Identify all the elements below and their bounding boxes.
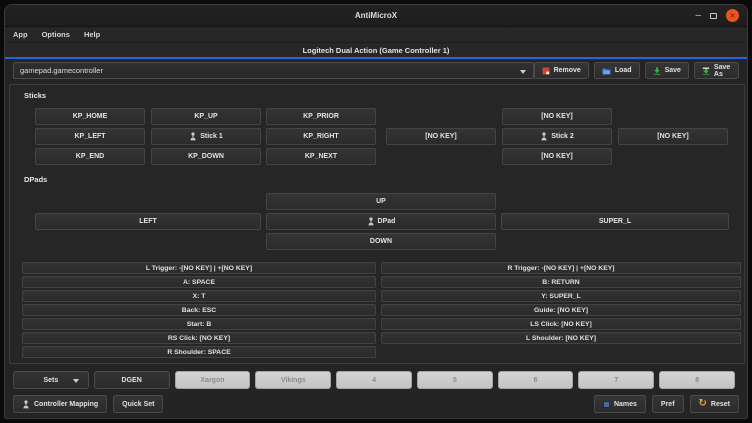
chevron-down-icon <box>520 70 526 74</box>
set-button-7[interactable]: 7 <box>578 371 654 389</box>
sets-dropdown-label: Sets <box>43 377 58 384</box>
controller-tabbar: Logitech Dual Action (Game Controller 1) <box>5 43 747 59</box>
set-button-3[interactable]: Vikings <box>255 371 331 389</box>
minimize-icon[interactable]: – <box>695 13 701 19</box>
folder-open-icon <box>602 67 611 75</box>
stick1-left-button[interactable]: KP_LEFT <box>35 128 145 145</box>
close-icon[interactable]: ✕ <box>726 9 739 22</box>
stick2-down-button[interactable]: [NO KEY] <box>502 148 612 165</box>
stick1-up-button[interactable]: KP_UP <box>151 108 261 125</box>
dpad-center-button[interactable]: DPad <box>266 213 496 230</box>
menu-help[interactable]: Help <box>84 30 100 39</box>
rs-click-button[interactable]: RS Click: [NO KEY] <box>22 332 376 344</box>
reset-icon: ↻ <box>699 400 707 408</box>
stick1-down-button[interactable]: KP_DOWN <box>151 148 261 165</box>
profile-toolbar: gamepad.gamecontroller Remove Load Save … <box>13 62 739 79</box>
set-button-6[interactable]: 6 <box>498 371 574 389</box>
stick1-downleft-button[interactable]: KP_END <box>35 148 145 165</box>
joystick-icon <box>367 217 375 226</box>
set-button-8[interactable]: 8 <box>659 371 735 389</box>
stick1-upleft-button[interactable]: KP_HOME <box>35 108 145 125</box>
menu-app[interactable]: App <box>13 30 28 39</box>
quick-set-button[interactable]: Quick Set <box>113 395 163 413</box>
footer-bar: Controller Mapping Quick Set Names Pref … <box>13 395 739 413</box>
dpad-up-button[interactable]: UP <box>266 193 496 210</box>
save-as-button[interactable]: Save As <box>694 62 739 79</box>
a-button[interactable]: A: SPACE <box>22 276 376 288</box>
maximize-icon[interactable] <box>710 13 717 19</box>
joystick-icon <box>22 400 30 409</box>
stick2-right-button[interactable]: [NO KEY] <box>618 128 728 145</box>
names-checkbox-icon <box>603 401 610 408</box>
save-icon <box>653 67 661 75</box>
profile-dropdown-value: gamepad.gamecontroller <box>20 66 103 75</box>
dpad-left-button[interactable]: LEFT <box>35 213 261 230</box>
save-as-icon <box>702 67 710 75</box>
tab-controller[interactable]: Logitech Dual Action (Game Controller 1) <box>303 46 450 55</box>
set-button-5[interactable]: 5 <box>417 371 493 389</box>
stick2-label: Stick 2 <box>551 133 574 140</box>
save-button[interactable]: Save <box>645 62 689 79</box>
dpad-down-button[interactable]: DOWN <box>266 233 496 250</box>
reset-button[interactable]: ↻ Reset <box>690 395 739 413</box>
x-button[interactable]: X: T <box>22 290 376 302</box>
controller-mapping-button[interactable]: Controller Mapping <box>13 395 107 413</box>
dpads-section-title: DPads <box>24 175 47 184</box>
antimicrox-window: AntiMicroX – ✕ App Options Help Logitech… <box>4 4 748 419</box>
stick2-up-button[interactable]: [NO KEY] <box>502 108 612 125</box>
ls-click-button[interactable]: LS Click: [NO KEY] <box>381 318 741 330</box>
menubar: App Options Help <box>5 27 747 43</box>
start-button[interactable]: Start: B <box>22 318 376 330</box>
l-shoulder-button[interactable]: L Shoulder: [NO KEY] <box>381 332 741 344</box>
stick1-label: Stick 1 <box>200 133 223 140</box>
titlebar: AntiMicroX – ✕ <box>5 5 747 27</box>
remove-label: Remove <box>554 67 581 74</box>
stick2-center-button[interactable]: Stick 2 <box>502 128 612 145</box>
y-button[interactable]: Y: SUPER_L <box>381 290 741 302</box>
b-button[interactable]: B: RETURN <box>381 276 741 288</box>
sets-row: Sets DGEN Xargon Vikings 4 5 6 7 8 <box>13 371 735 389</box>
save-as-label: Save As <box>714 64 731 78</box>
dpad-right-button[interactable]: SUPER_L <box>501 213 729 230</box>
load-button[interactable]: Load <box>594 62 640 79</box>
guide-button[interactable]: Guide: [NO KEY] <box>381 304 741 316</box>
mapping-panel: Sticks KP_HOME KP_UP KP_PRIOR KP_LEFT St… <box>9 84 745 364</box>
names-toggle-button[interactable]: Names <box>594 395 646 413</box>
stick1-center-button[interactable]: Stick 1 <box>151 128 261 145</box>
controller-mapping-label: Controller Mapping <box>34 401 98 408</box>
stick1-downright-button[interactable]: KP_NEXT <box>266 148 376 165</box>
profile-dropdown[interactable]: gamepad.gamecontroller <box>13 62 534 79</box>
r-shoulder-button[interactable]: R Shoulder: SPACE <box>22 346 376 358</box>
rtrigger-button[interactable]: R Trigger: -[NO KEY] | +[NO KEY] <box>381 262 741 274</box>
joystick-icon <box>189 132 197 141</box>
stick2-left-button[interactable]: [NO KEY] <box>386 128 496 145</box>
pref-button[interactable]: Pref <box>652 395 684 413</box>
set-button-4[interactable]: 4 <box>336 371 412 389</box>
set-button-active[interactable]: DGEN <box>94 371 170 389</box>
menu-options[interactable]: Options <box>42 30 70 39</box>
remove-icon <box>542 67 550 75</box>
dpad-label: DPad <box>378 218 396 225</box>
ltrigger-button[interactable]: L Trigger: -[NO KEY] | +[NO KEY] <box>22 262 376 274</box>
reset-label: Reset <box>711 401 730 408</box>
names-label: Names <box>614 401 637 408</box>
load-label: Load <box>615 67 632 74</box>
stick1-upright-button[interactable]: KP_PRIOR <box>266 108 376 125</box>
save-label: Save <box>665 67 681 74</box>
joystick-icon <box>540 132 548 141</box>
window-title: AntiMicroX <box>355 11 397 20</box>
sticks-section-title: Sticks <box>24 91 46 100</box>
sets-dropdown[interactable]: Sets <box>13 371 89 389</box>
back-button[interactable]: Back: ESC <box>22 304 376 316</box>
set-button-2[interactable]: Xargon <box>175 371 251 389</box>
stick1-right-button[interactable]: KP_RIGHT <box>266 128 376 145</box>
remove-button[interactable]: Remove <box>534 62 589 79</box>
chevron-down-icon <box>73 379 79 383</box>
